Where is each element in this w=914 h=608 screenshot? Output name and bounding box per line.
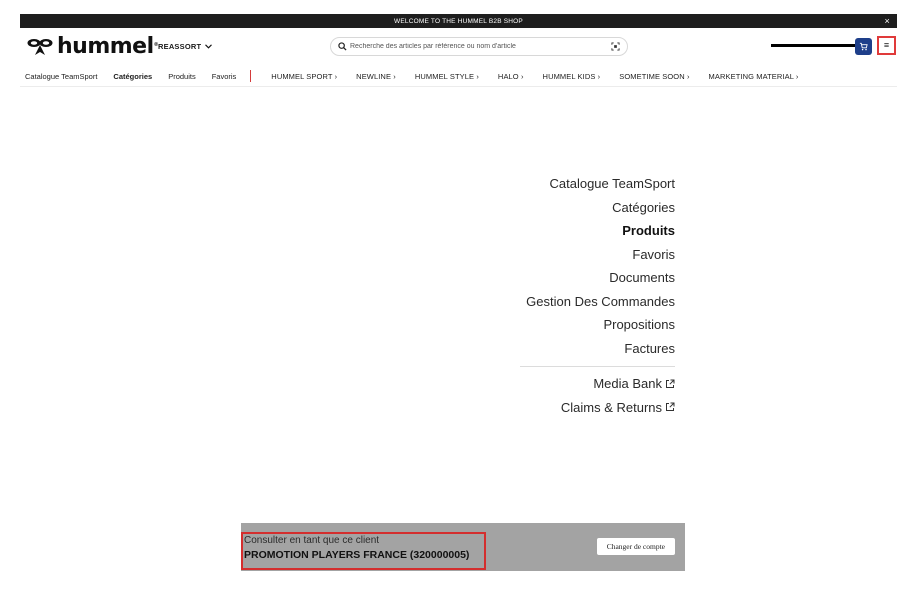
nav-item-produits[interactable]: Produits — [168, 72, 196, 81]
search-icon — [338, 42, 347, 51]
menu-item-claims-returns[interactable]: Claims & Returns — [500, 396, 675, 420]
chevron-right-icon: › — [597, 71, 601, 81]
hamburger-menu-icon: ≡ — [883, 40, 890, 50]
nav-item-hummel-sport[interactable]: HUMMEL SPORT › — [271, 72, 337, 81]
menu-item-categories[interactable]: Catégories — [500, 196, 675, 220]
menu-item-produits[interactable]: Produits — [500, 219, 675, 243]
search-bar[interactable] — [330, 37, 628, 56]
client-banner: Consulter en tant que ce client PROMOTIO… — [241, 523, 685, 571]
nav-item-halo[interactable]: HALO › — [498, 72, 524, 81]
client-name: PROMOTION PLAYERS FRANCE (320000005) — [244, 549, 470, 561]
nav-item-newline[interactable]: NEWLINE › — [356, 72, 396, 81]
nav-item-catalogue[interactable]: Catalogue TeamSport — [25, 72, 97, 81]
external-link-icon — [666, 379, 675, 388]
bee-logo-icon — [27, 39, 53, 55]
reassort-label: REASSORT — [158, 42, 202, 51]
chevron-right-icon: › — [795, 71, 799, 81]
menu-divider — [520, 366, 675, 367]
welcome-text: WELCOME TO THE HUMMEL B2B SHOP — [394, 17, 523, 25]
menu-item-media-bank[interactable]: Media Bank — [500, 372, 675, 396]
cart-button[interactable] — [855, 38, 872, 55]
chevron-right-icon: › — [686, 71, 690, 81]
cart-icon — [859, 42, 868, 51]
menu-item-favoris[interactable]: Favoris — [500, 243, 675, 267]
scan-icon[interactable] — [611, 42, 620, 51]
menu-item-factures[interactable]: Factures — [500, 337, 675, 361]
annotation-arrow-line — [771, 44, 857, 47]
menu-item-gestion-commandes[interactable]: Gestion Des Commandes — [500, 290, 675, 314]
nav-item-marketing-material[interactable]: MARKETING MATERIAL › — [709, 72, 799, 81]
nav-item-sometime-soon[interactable]: SOMETIME SOON › — [619, 72, 689, 81]
menu-list: Catalogue TeamSport Catégories Produits … — [500, 172, 675, 419]
reassort-dropdown[interactable]: REASSORT — [158, 42, 213, 51]
chevron-right-icon: › — [520, 71, 524, 81]
nav-item-hummel-style[interactable]: HUMMEL STYLE › — [415, 72, 479, 81]
menu-item-catalogue[interactable]: Catalogue TeamSport — [500, 172, 675, 196]
header: hummel® REASSORT ≡ — [20, 28, 897, 66]
hamburger-menu-button[interactable]: ≡ — [877, 36, 896, 55]
search-input[interactable] — [350, 43, 611, 50]
chevron-right-icon: › — [334, 71, 338, 81]
nav-item-categories[interactable]: Catégories — [113, 72, 152, 81]
menu-item-propositions[interactable]: Propositions — [500, 313, 675, 337]
change-account-button[interactable]: Changer de compte — [596, 538, 675, 555]
client-info: Consulter en tant que ce client PROMOTIO… — [241, 532, 486, 570]
logo-wordmark: hummel® — [57, 34, 159, 59]
hummel-logo[interactable]: hummel® — [26, 34, 159, 60]
chevron-right-icon: › — [393, 71, 396, 81]
nav-separator — [250, 70, 252, 82]
nav-item-favoris[interactable]: Favoris — [212, 72, 237, 81]
close-icon[interactable]: × — [885, 15, 890, 27]
client-label: Consulter en tant que ce client — [244, 535, 380, 546]
nav-item-hummel-kids[interactable]: HUMMEL KIDS › — [543, 72, 601, 81]
welcome-bar: WELCOME TO THE HUMMEL B2B SHOP × — [20, 14, 897, 28]
external-link-icon — [666, 402, 675, 412]
menu-item-documents[interactable]: Documents — [500, 266, 675, 290]
chevron-right-icon: › — [476, 71, 479, 81]
main-nav: Catalogue TeamSport Catégories Produits … — [20, 66, 897, 87]
chevron-down-icon — [205, 44, 213, 49]
